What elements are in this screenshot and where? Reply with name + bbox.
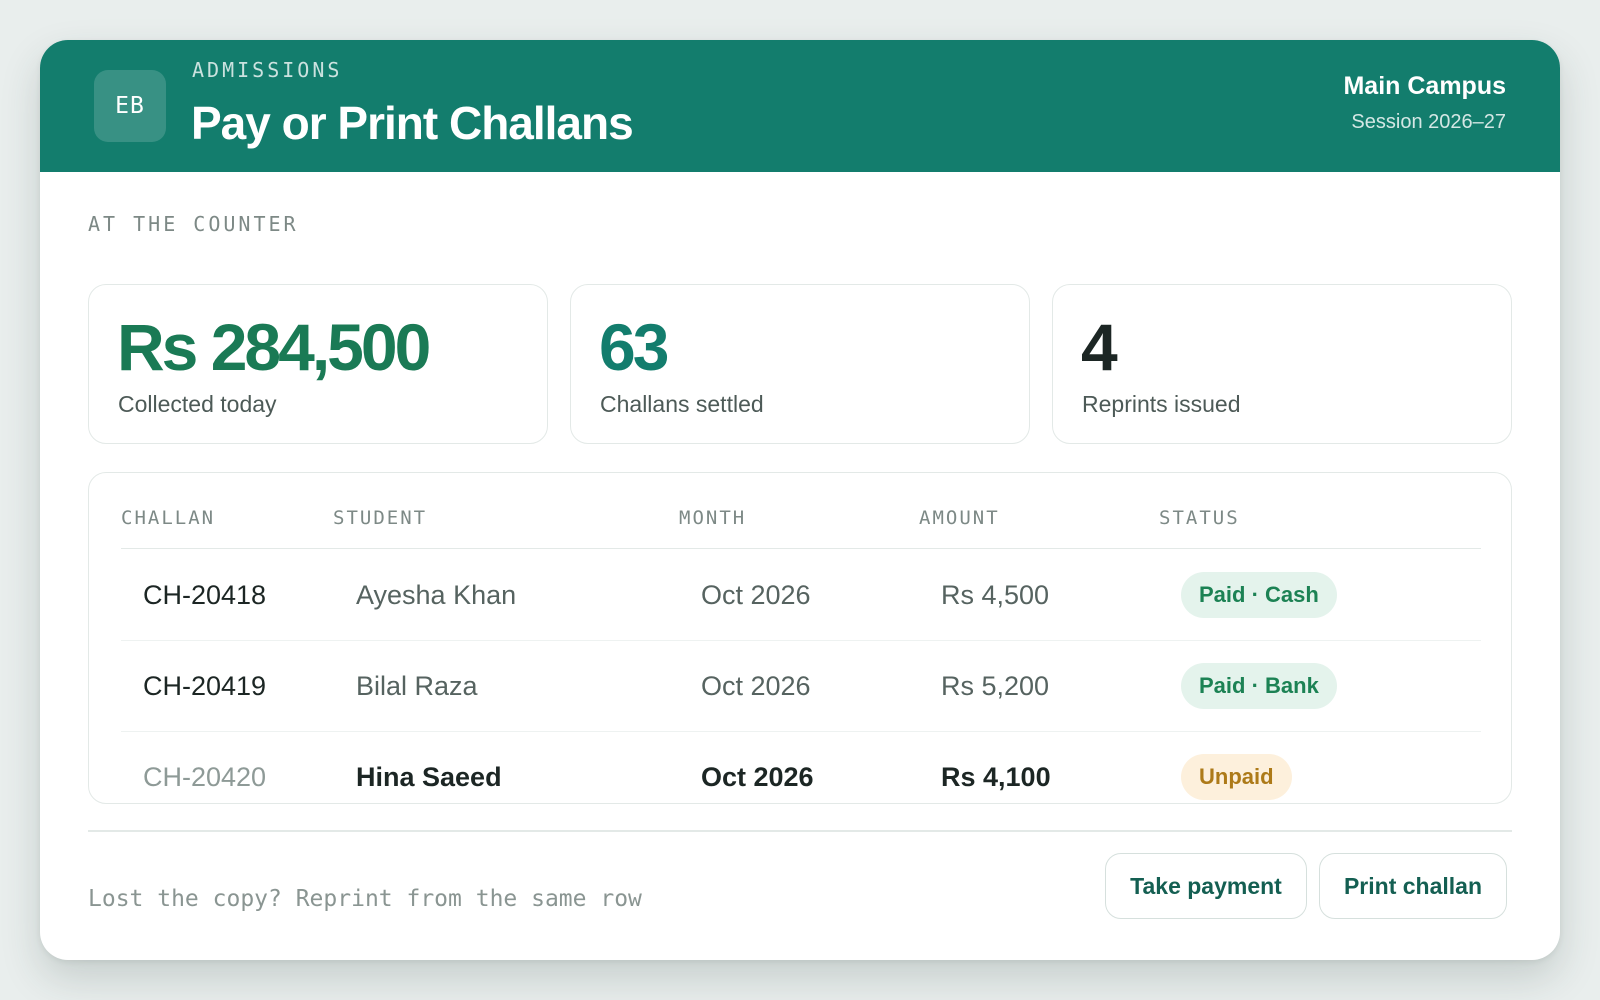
- challan-amount: Rs 5,200: [941, 671, 1050, 701]
- challan-month: Oct 2026: [701, 762, 814, 792]
- counter-section-label: AT THE COUNTER: [88, 212, 299, 236]
- take-payment-button[interactable]: Take payment: [1105, 853, 1307, 919]
- table-row[interactable]: CH-20420 Hina Saeed Oct 2026 Rs 4,100 Un…: [121, 732, 1481, 803]
- session-label: Session 2026–27: [1351, 111, 1506, 133]
- stat-label: Challans settled: [600, 391, 764, 417]
- challan-id: CH-20418: [143, 580, 267, 610]
- challan-id: CH-20420: [143, 762, 267, 792]
- challan-amount: Rs 4,100: [941, 762, 1051, 792]
- column-header-amount: AMOUNT: [919, 507, 1000, 529]
- status-badge: Paid · Bank: [1181, 663, 1337, 709]
- campus-name: Main Campus: [1343, 72, 1506, 100]
- status-badge: Unpaid: [1181, 754, 1292, 800]
- column-header-status: STATUS: [1159, 507, 1240, 529]
- campus-info: Main Campus Session 2026–27: [1343, 72, 1506, 134]
- table-row[interactable]: CH-20418 Ayesha Khan Oct 2026 Rs 4,500 P…: [121, 550, 1481, 641]
- challan-card: EB ADMISSIONS Pay or Print Challans Main…: [40, 40, 1560, 960]
- column-header-month: MONTH: [679, 507, 747, 529]
- challan-table: CHALLAN STUDENT MONTH AMOUNT STATUS CH-2…: [88, 472, 1512, 804]
- stat-collected-today: Rs 284,500 Collected today: [88, 284, 548, 444]
- footer-divider: [88, 830, 1512, 832]
- student-name: Hina Saeed: [356, 762, 502, 792]
- challan-amount: Rs 4,500: [941, 580, 1050, 610]
- stat-value: 4: [1081, 310, 1118, 384]
- table-header: CHALLAN STUDENT MONTH AMOUNT STATUS: [121, 507, 1481, 549]
- print-challan-button[interactable]: Print challan: [1319, 853, 1507, 919]
- stat-challans-settled: 63 Challans settled: [570, 284, 1030, 444]
- challan-id: CH-20419: [143, 671, 267, 701]
- stat-label: Collected today: [118, 391, 277, 417]
- column-header-student: STUDENT: [333, 507, 428, 529]
- stat-reprints-issued: 4 Reprints issued: [1052, 284, 1512, 444]
- student-name: Ayesha Khan: [356, 580, 517, 610]
- stat-value: 63: [599, 310, 669, 384]
- table-row[interactable]: CH-20419 Bilal Raza Oct 2026 Rs 5,200 Pa…: [121, 641, 1481, 732]
- school-logo: EB: [94, 70, 166, 142]
- column-header-challan: CHALLAN: [121, 507, 216, 529]
- header-bar: EB ADMISSIONS Pay or Print Challans Main…: [40, 40, 1560, 172]
- student-name: Bilal Raza: [356, 671, 478, 701]
- reprint-hint: Lost the copy? Reprint from the same row: [88, 886, 642, 912]
- challan-month: Oct 2026: [701, 580, 811, 610]
- stat-label: Reprints issued: [1082, 391, 1241, 417]
- stat-value: Rs 284,500: [117, 310, 431, 384]
- status-badge: Paid · Cash: [1181, 572, 1337, 618]
- section-eyebrow: ADMISSIONS: [192, 58, 343, 82]
- page-title: Pay or Print Challans: [191, 97, 634, 149]
- challan-month: Oct 2026: [701, 671, 811, 701]
